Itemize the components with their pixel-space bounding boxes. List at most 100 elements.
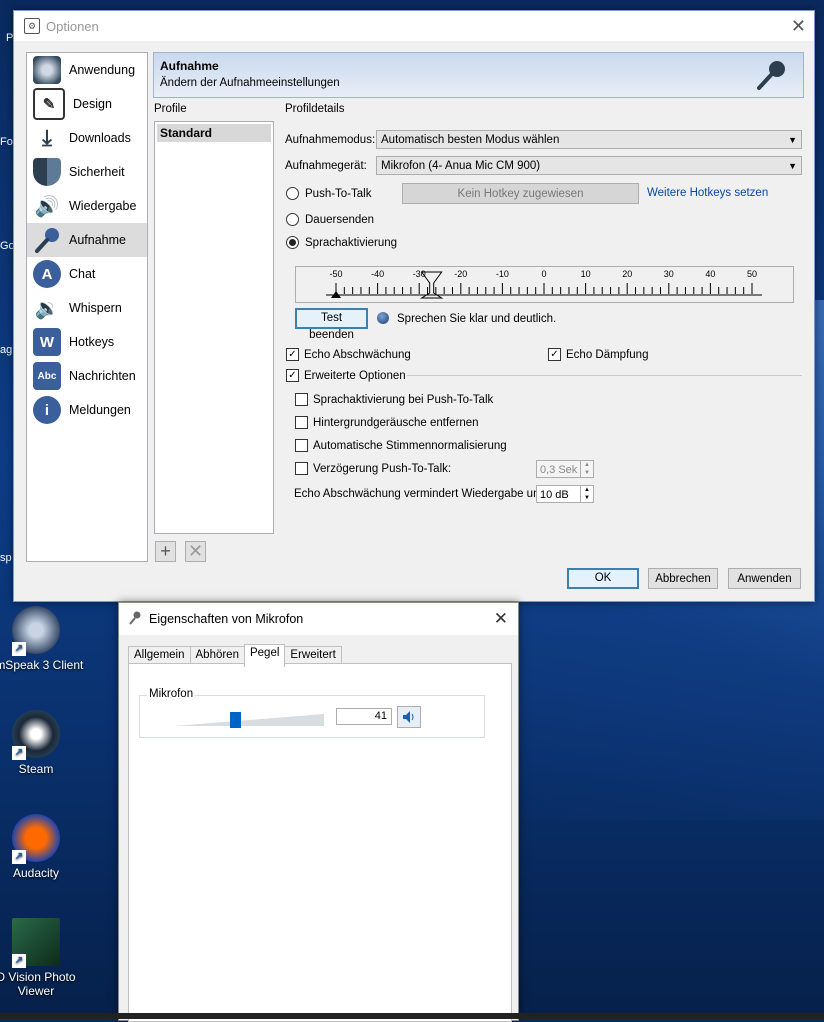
level-slider[interactable] <box>174 710 324 728</box>
scale-tick-label: -40 <box>371 269 384 279</box>
hotkey-button[interactable]: Kein Hotkey zugewiesen <box>402 183 639 204</box>
radio-button <box>286 213 299 226</box>
ok-button[interactable]: OK <box>567 568 639 589</box>
ptt-delay-spinner[interactable]: 0,3 Sek ▲ ▼ <box>536 460 594 478</box>
advanced-options-checkbox[interactable]: ✓ Erweiterte Optionen <box>286 369 406 382</box>
sidebar-item-design[interactable]: ✎ Design <box>27 87 147 121</box>
desktop-icon-label: amSpeak 3 Client <box>0 658 84 672</box>
echo-playback-spinner[interactable]: 10 dB ▲ ▼ <box>536 485 594 503</box>
sidebar-item-chat[interactable]: A Chat <box>27 257 147 291</box>
device-select[interactable]: Mikrofon (4- Anua Mic CM 900) ▼ <box>376 156 802 175</box>
voice-activation-radio[interactable]: Sprachaktivierung <box>286 236 397 249</box>
sidebar-item-whispern[interactable]: 🔉 Whispern <box>27 291 147 325</box>
mute-button[interactable] <box>397 706 421 728</box>
speak-hint: Sprechen Sie klar und deutlich. <box>397 313 557 325</box>
photo-viewer-icon: ↗ <box>12 918 60 968</box>
remove-noise-checkbox[interactable]: Hintergrundgeräusche entfernen <box>295 416 479 429</box>
sidebar-item-aufnahme[interactable]: Aufnahme <box>27 223 147 257</box>
sidebar-item-downloads[interactable]: ⤓ Downloads <box>27 121 147 155</box>
shield-icon <box>33 158 61 186</box>
checkbox-label: Sprachaktivierung bei Push-To-Talk <box>313 393 494 406</box>
desktop-icon-label: Steam <box>18 762 54 776</box>
list-item[interactable]: Standard <box>157 124 271 142</box>
scale-tick-label: 0 <box>541 269 546 279</box>
checkbox-box <box>295 462 308 475</box>
desktop-icon-steam[interactable]: ↗ Steam <box>0 710 86 776</box>
voice-on-ptt-checkbox[interactable]: Sprachaktivierung bei Push-To-Talk <box>295 393 493 406</box>
sidebar-item-label: Wiedergabe <box>69 199 137 213</box>
close-icon[interactable]: ✕ <box>494 609 508 629</box>
test-button[interactable]: Test beenden <box>295 308 368 341</box>
desktop-icon-audacity[interactable]: ↗ Audacity <box>0 814 86 880</box>
options-window: ⚙ Optionen ✕ Anwendung ✎ Design ⤓ Downlo… <box>13 10 815 602</box>
slider-thumb[interactable] <box>230 712 241 728</box>
edge-text-4: ag <box>0 344 13 356</box>
profile-details-label: Profildetails <box>285 103 345 115</box>
voice-activation-scale[interactable]: -50 -40 -30 -20 -10 0 10 20 30 40 50 <box>295 266 794 303</box>
apply-button[interactable]: Anwenden <box>728 568 801 589</box>
level-tab-pane: Mikrofon 41 <box>128 663 512 1022</box>
sidebar-item-label: Downloads <box>69 131 131 145</box>
sidebar-item-label: Sicherheit <box>69 165 125 179</box>
scale-tick-label: 30 <box>664 269 674 279</box>
echo-cancel-checkbox[interactable]: ✓ Echo Dämpfung <box>548 348 648 361</box>
sidebar-item-sicherheit[interactable]: Sicherheit <box>27 155 147 189</box>
scale-tick-label: 40 <box>705 269 715 279</box>
desktop-icon-label: Audacity <box>12 866 60 880</box>
checkbox-label: Hintergrundgeräusche entfernen <box>313 416 479 429</box>
edge-text-2: Fo <box>0 136 13 148</box>
db-scale-svg: -50 -40 -30 -20 -10 0 10 20 30 40 50 <box>326 269 762 299</box>
slider-ramp <box>174 714 324 726</box>
sidebar-item-anwendung[interactable]: Anwendung <box>27 53 147 87</box>
checkbox-label: Echo Abschwächung <box>304 348 411 361</box>
advanced-divider <box>407 375 802 376</box>
sidebar-item-wiedergabe[interactable]: 🔊 Wiedergabe <box>27 189 147 223</box>
sidebar-item-label: Whispern <box>69 301 122 315</box>
scale-tick-label: -20 <box>454 269 467 279</box>
normalize-checkbox[interactable]: Automatische Stimmennormalisierung <box>295 439 507 452</box>
level-slider-svg <box>174 712 324 728</box>
more-hotkeys-link[interactable]: Weitere Hotkeys setzen <box>647 187 768 199</box>
options-sidebar: Anwendung ✎ Design ⤓ Downloads Sicherhei… <box>26 52 148 562</box>
checkbox-box <box>295 439 308 452</box>
plus-icon: + <box>160 541 171 561</box>
sidebar-item-hotkeys[interactable]: W Hotkeys <box>27 325 147 359</box>
section-subtitle: Ändern der Aufnahmeeinstellungen <box>160 77 340 89</box>
echo-playback-value: 10 dB <box>540 489 569 501</box>
sidebar-item-nachrichten[interactable]: Abc Nachrichten <box>27 359 147 393</box>
scale-tick-label: -50 <box>329 269 342 279</box>
tab-pegel[interactable]: Pegel <box>243 644 286 667</box>
cancel-button[interactable]: Abbrechen <box>648 568 718 589</box>
speaker-icon: 🔊 <box>34 195 60 218</box>
checkbox-label: Verzögerung Push-To-Talk: <box>313 462 452 475</box>
group-label: Mikrofon <box>147 688 196 700</box>
mode-select[interactable]: Automatisch besten Modus wählen ▼ <box>376 130 802 149</box>
messages-icon: Abc <box>33 362 61 390</box>
profiles-list: Standard <box>154 121 274 534</box>
push-to-talk-radio[interactable]: Push-To-Talk <box>286 187 371 200</box>
sidebar-item-label: Hotkeys <box>69 335 115 349</box>
chat-icon: A <box>33 260 61 288</box>
mode-select-value: Automatisch besten Modus wählen <box>381 134 560 146</box>
checkbox-label: Automatische Stimmennormalisierung <box>313 439 507 452</box>
sidebar-item-label: Anwendung <box>69 63 136 77</box>
ptt-delay-checkbox[interactable]: Verzögerung Push-To-Talk: <box>295 462 451 475</box>
speaker-icon <box>403 711 414 723</box>
checkbox-check-icon: ✓ <box>286 348 299 361</box>
continuous-radio[interactable]: Dauersenden <box>286 213 374 226</box>
close-icon[interactable]: ✕ <box>791 16 806 37</box>
sidebar-item-label: Nachrichten <box>69 369 136 383</box>
checkbox-box <box>295 393 308 406</box>
desktop-icon-photo-viewer[interactable]: ↗ D Vision Photo Viewer <box>0 918 86 998</box>
desktop-icon-teamspeak[interactable]: ↗ amSpeak 3 Client <box>0 606 86 672</box>
add-profile-button[interactable]: + <box>155 541 176 562</box>
profiles-label: Profile <box>154 103 187 115</box>
sidebar-item-meldungen[interactable]: i Meldungen <box>27 393 147 427</box>
options-window-title: Optionen <box>46 18 99 34</box>
threshold-handle[interactable] <box>419 271 444 299</box>
level-value-field[interactable]: 41 <box>336 708 392 725</box>
echo-reduction-checkbox[interactable]: ✓ Echo Abschwächung <box>286 348 411 361</box>
teamspeak-icon <box>33 56 61 84</box>
remove-profile-button[interactable]: ✕ <box>185 541 206 562</box>
device-label: Aufnahmegerät: <box>285 160 367 172</box>
